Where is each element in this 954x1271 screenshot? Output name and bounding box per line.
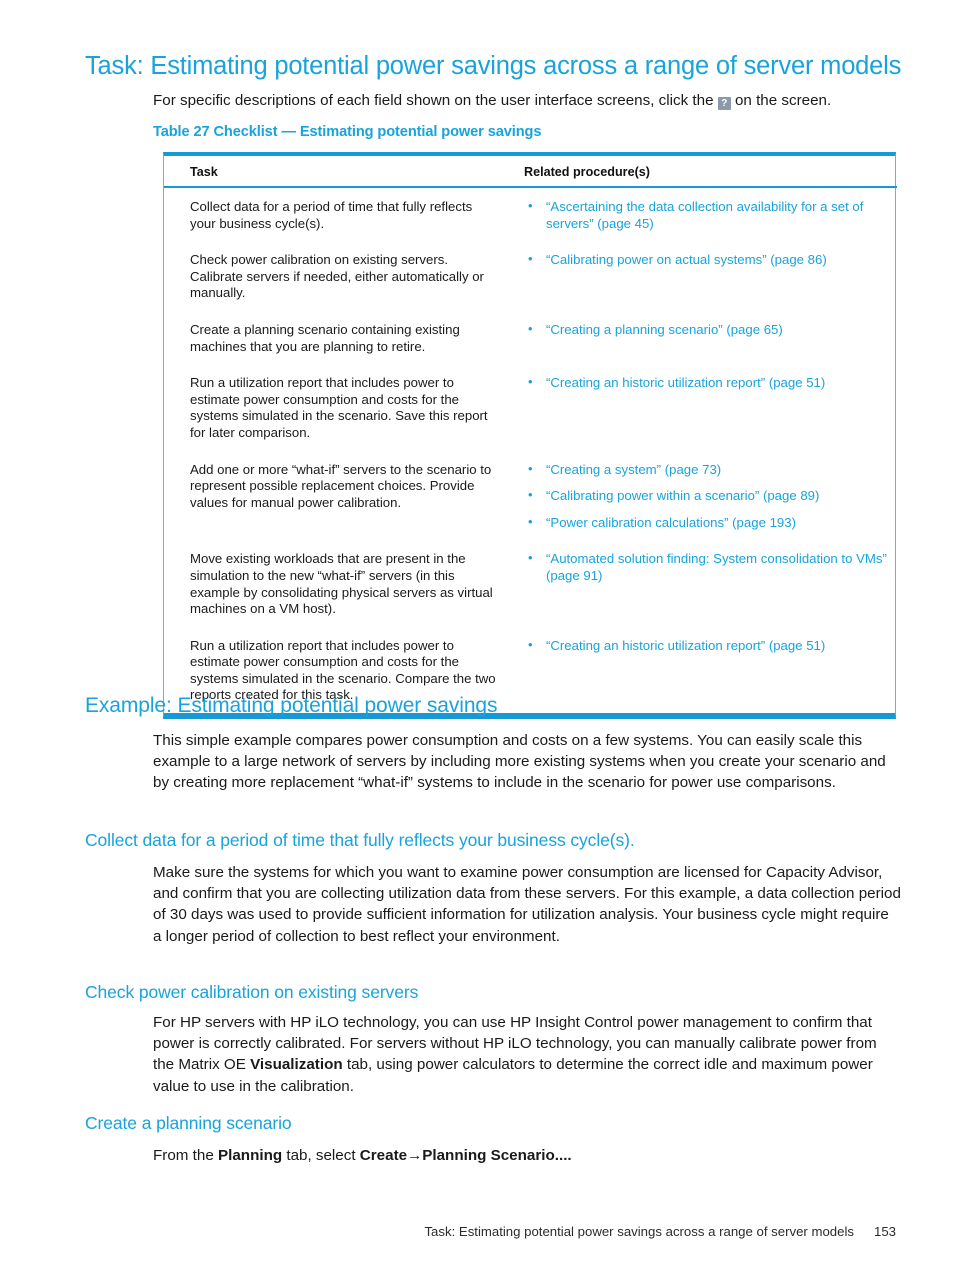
paragraph-text-part1: From the <box>153 1147 218 1164</box>
procedures-cell: “Calibrating power on actual systems” (p… <box>509 241 897 311</box>
task-cell: Add one or more “what-if” servers to the… <box>190 461 492 510</box>
procedures-cell: “Automated solution finding: System cons… <box>509 540 897 626</box>
document-page: Task: Estimating potential power savings… <box>0 0 954 1271</box>
task-cell: Run a utilization report that includes p… <box>190 375 488 440</box>
help-question-icon[interactable]: ? <box>717 97 731 110</box>
checklist-table-container: Task Related procedure(s) Collect data f… <box>163 152 897 720</box>
table-header-row: Task Related procedure(s) <box>164 156 897 188</box>
xref-link[interactable]: “Calibrating power within a scenario” (p… <box>546 488 819 503</box>
heading-create-planning-scenario: Create a planning scenario <box>85 1113 292 1133</box>
procedure-list: “Creating an historic utilization report… <box>524 637 887 655</box>
list-item: “Calibrating power on actual systems” (p… <box>524 251 887 269</box>
column-header-task: Task <box>164 156 509 188</box>
task-cell: Check power calibration on existing serv… <box>190 252 484 301</box>
list-item: “Creating an historic utilization report… <box>524 374 887 392</box>
page-footer: Task: Estimating potential power savings… <box>85 1224 896 1239</box>
procedures-cell: “Creating an historic utilization report… <box>509 364 897 450</box>
checklist-table: Task Related procedure(s) Collect data f… <box>164 156 897 713</box>
page-title: Task: Estimating potential power savings… <box>85 52 902 80</box>
procedure-list: “Automated solution finding: System cons… <box>524 550 887 584</box>
list-item: “Calibrating power within a scenario” (p… <box>524 487 887 505</box>
heading-example: Example: Estimating potential power savi… <box>85 694 498 717</box>
task-cell: Collect data for a period of time that f… <box>190 199 473 231</box>
list-item: “Creating a system” (page 73) <box>524 461 887 479</box>
emphasis-create-menu-path: Create→Planning Scenario.... <box>359 1147 572 1164</box>
xref-link[interactable]: “Automated solution finding: System cons… <box>546 551 887 583</box>
procedures-cell: “Creating an historic utilization report… <box>509 627 897 713</box>
xref-link[interactable]: “Creating an historic utilization report… <box>546 638 825 653</box>
emphasis-visualization-tab: Visualization <box>250 1056 343 1074</box>
procedures-cell: “Creating a system” (page 73) “Calibrati… <box>509 451 897 541</box>
procedures-cell: “Creating a planning scenario” (page 65) <box>509 311 897 364</box>
xref-link[interactable]: “Creating a system” (page 73) <box>546 462 721 477</box>
footer-page-number: 153 <box>873 1224 896 1239</box>
xref-link[interactable]: “Ascertaining the data collection availa… <box>546 199 863 231</box>
task-cell: Move existing workloads that are present… <box>190 551 493 617</box>
column-header-related-procedures: Related procedure(s) <box>509 156 897 188</box>
procedures-cell: “Ascertaining the data collection availa… <box>509 187 897 241</box>
paragraph-collect-data: Make sure the systems for which you want… <box>153 864 901 945</box>
table-row: Collect data for a period of time that f… <box>164 187 897 241</box>
task-cell: Create a planning scenario containing ex… <box>190 321 460 354</box>
table-row: Check power calibration on existing serv… <box>164 241 897 311</box>
xref-link[interactable]: “Power calibration calculations” (page 1… <box>546 515 796 530</box>
paragraph-example: This simple example compares power consu… <box>153 732 886 792</box>
procedure-list: “Ascertaining the data collection availa… <box>524 198 887 232</box>
intro-paragraph: For specific descriptions of each field … <box>153 90 903 111</box>
table-row: Move existing workloads that are present… <box>164 540 897 626</box>
intro-text-after: on the screen. <box>730 92 832 109</box>
xref-link[interactable]: “Creating an historic utilization report… <box>546 375 825 390</box>
table-caption: Table 27 Checklist — Estimating potentia… <box>153 124 542 140</box>
list-item: “Power calibration calculations” (page 1… <box>524 514 887 532</box>
xref-link[interactable]: “Creating a planning scenario” (page 65) <box>546 322 783 337</box>
table-row: Add one or more “what-if” servers to the… <box>164 451 897 541</box>
table-row: Create a planning scenario containing ex… <box>164 311 897 364</box>
procedure-list: “Calibrating power on actual systems” (p… <box>524 251 887 269</box>
paragraph-check-power-calibration: For HP servers with HP iLO technology, y… <box>153 1012 901 1097</box>
list-item: “Creating a planning scenario” (page 65) <box>524 321 887 339</box>
emphasis-planning-tab: Planning <box>218 1147 283 1164</box>
procedure-list: “Creating a planning scenario” (page 65) <box>524 321 887 339</box>
procedure-list: “Creating a system” (page 73) “Calibrati… <box>524 461 887 532</box>
intro-text-before: For specific descriptions of each field … <box>153 92 718 109</box>
list-item: “Automated solution finding: System cons… <box>524 550 887 584</box>
footer-running-title: Task: Estimating potential power savings… <box>424 1224 854 1239</box>
list-item: “Creating an historic utilization report… <box>524 637 887 655</box>
xref-link[interactable]: “Calibrating power on actual systems” (p… <box>546 252 827 267</box>
paragraph-create-planning-scenario: From the Planning tab, select Create→Pla… <box>153 1145 901 1166</box>
procedure-list: “Creating an historic utilization report… <box>524 374 887 392</box>
table-row: Run a utilization report that includes p… <box>164 364 897 450</box>
heading-check-power-calibration: Check power calibration on existing serv… <box>85 982 419 1002</box>
heading-collect-data: Collect data for a period of time that f… <box>85 830 635 850</box>
list-item: “Ascertaining the data collection availa… <box>524 198 887 232</box>
paragraph-text-part2: tab, select <box>282 1147 360 1164</box>
